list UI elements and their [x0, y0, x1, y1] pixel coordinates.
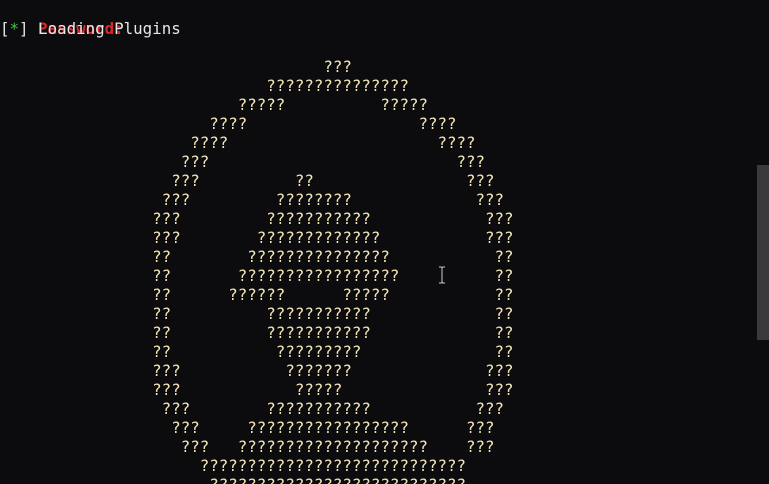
- ascii-art-line: ??? ???????????????????? ???: [0, 437, 495, 456]
- status-open-bracket: [: [0, 19, 10, 38]
- ascii-art-line: ??? ???: [0, 152, 486, 171]
- ascii-art-line: ???????????????: [0, 76, 409, 95]
- ascii-art-line: ??? ????????????????? ???: [0, 418, 495, 437]
- ascii-art-line: ??? ??????????? ???: [0, 399, 505, 418]
- status-line: [*] Loading Plugins: [0, 19, 181, 38]
- ascii-art-line: ???????????????????????????: [0, 475, 514, 484]
- ascii-art-line: ??? ????????????? ???: [0, 228, 514, 247]
- ascii-art-line: ??? ??????? ???: [0, 361, 514, 380]
- ascii-art-line: ?? ??????????? ??: [0, 323, 514, 342]
- ascii-art-line: ??? ????? ???: [0, 380, 514, 399]
- ascii-art-logo: ??? ??????????????? ????? ????? ???? ???…: [0, 57, 514, 484]
- ascii-art-line: ????????????????????????????: [0, 456, 467, 475]
- status-close-bracket: ]: [19, 19, 29, 38]
- ascii-art-line: ????? ?????: [0, 95, 428, 114]
- ascii-art-line: ?? ??????????? ??: [0, 304, 514, 323]
- ascii-art-line: ???: [0, 57, 352, 76]
- status-star: *: [9, 19, 20, 38]
- ascii-art-line: ?? ????????????????? ??: [0, 266, 514, 285]
- ascii-art-line: ??? ?? ???: [0, 171, 495, 190]
- status-text: Loading Plugins: [28, 19, 181, 38]
- ascii-art-line: ???? ????: [0, 133, 476, 152]
- ascii-art-line: ?? ?????? ????? ??: [0, 285, 514, 304]
- ascii-art-line: ??? ??????????? ???: [0, 209, 514, 228]
- ascii-art-line: ???? ????: [0, 114, 457, 133]
- scrollbar-track[interactable]: [757, 0, 769, 484]
- ascii-art-line: ??? ???????? ???: [0, 190, 505, 209]
- scrollbar-thumb[interactable]: [757, 165, 769, 340]
- ascii-art-line: ?? ????????? ??: [0, 342, 514, 361]
- ascii-art-line: ?? ??????????????? ??: [0, 247, 514, 266]
- ibeam-cursor-icon: [439, 266, 445, 284]
- terminal-window[interactable]: Password: [*] Loading Plugins ??? ??????…: [0, 0, 769, 484]
